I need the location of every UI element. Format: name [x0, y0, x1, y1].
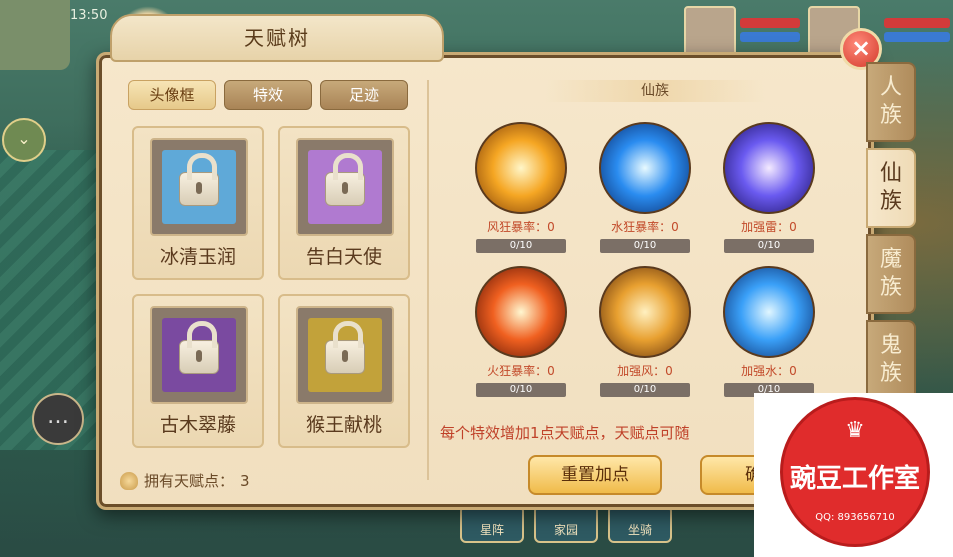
effect-item[interactable]: 加强水：0 0/10	[714, 266, 824, 397]
effect-progress: 0/10	[600, 383, 690, 397]
tab-ghost[interactable]: 鬼族	[866, 320, 916, 400]
sub-tab-bar: 头像框 特效 足迹	[128, 80, 408, 110]
hint-text: 每个特效增加1点天赋点，天赋点可随	[440, 424, 690, 442]
map-button[interactable]	[0, 0, 70, 70]
lock-icon	[325, 321, 365, 375]
effect-label: 火狂暴率：0	[487, 364, 555, 378]
panel-divider	[427, 80, 429, 480]
reset-points-button[interactable]: 重置加点	[528, 455, 662, 495]
frame-name: 古木翠藤	[159, 414, 236, 436]
effect-label: 风狂暴率：0	[487, 220, 555, 234]
effect-progress: 0/10	[600, 239, 690, 253]
frame-name: 冰清玉润	[159, 246, 236, 268]
effect-item[interactable]: 加强雷：0 0/10	[714, 122, 824, 253]
watermark-seal: ♛ 豌豆工作室 QQ: 893656710	[780, 397, 930, 547]
talent-points-label: 拥有天赋点：	[144, 472, 235, 490]
tab-footprint[interactable]: 足迹	[320, 80, 408, 110]
pet-mp-bar	[740, 32, 800, 42]
water-boost-icon	[723, 266, 815, 358]
lock-icon	[179, 321, 219, 375]
frame-card[interactable]: 告白天使	[278, 126, 410, 280]
effect-item[interactable]: 风狂暴率：0 0/10	[466, 122, 576, 253]
lock-icon	[179, 153, 219, 207]
effect-label: 水狂暴率：0	[611, 220, 679, 234]
thunder-boost-icon	[723, 122, 815, 214]
effect-item[interactable]: 火狂暴率：0 0/10	[466, 266, 576, 397]
effect-item[interactable]: 水狂暴率：0 0/10	[590, 122, 700, 253]
watermark: ♛ 豌豆工作室 QQ: 893656710	[754, 393, 953, 557]
frame-preview	[296, 138, 394, 236]
tab-avatar-frame[interactable]: 头像框	[128, 80, 216, 110]
lock-icon	[325, 153, 365, 207]
tab-human[interactable]: 人族	[866, 62, 916, 142]
tab-demon[interactable]: 魔族	[866, 234, 916, 314]
frame-preview	[296, 306, 394, 404]
bottom-tab-mount[interactable]: 坐骑	[608, 505, 672, 543]
bottom-tab-formation[interactable]: 星阵	[460, 505, 524, 543]
talent-points: 拥有天赋点： 3	[120, 470, 250, 491]
tab-effects[interactable]: 特效	[224, 80, 312, 110]
race-title: 仙族	[545, 80, 765, 102]
pet-portrait[interactable]	[684, 6, 736, 56]
bottom-menu: 星阵 家园 坐骑	[460, 505, 672, 543]
player-hp-bar	[884, 18, 950, 28]
effect-progress: 0/10	[476, 383, 566, 397]
pet-hp-bar	[740, 18, 800, 28]
wind-boost-icon	[599, 266, 691, 358]
frame-card[interactable]: 古木翠藤	[132, 294, 264, 448]
frame-preview	[150, 138, 248, 236]
effect-progress: 0/10	[724, 239, 814, 253]
effect-label: 加强雷：0	[741, 220, 797, 234]
player-mp-bar	[884, 32, 950, 42]
effect-label: 加强水：0	[741, 364, 797, 378]
frame-name: 告白天使	[305, 246, 382, 268]
frame-preview	[150, 306, 248, 404]
effect-item[interactable]: 加强风：0 0/10	[590, 266, 700, 397]
collapse-toggle-icon[interactable]: ⌄	[2, 118, 46, 162]
panel-title: 天赋树	[110, 14, 444, 62]
talent-points-value: 3	[240, 471, 250, 490]
crown-icon: ♛	[845, 418, 865, 443]
frame-card[interactable]: 冰清玉润	[132, 126, 264, 280]
watermark-qq: QQ: 893656710	[815, 512, 895, 523]
effect-label: 加强风：0	[617, 364, 673, 378]
effect-progress: 0/10	[476, 239, 566, 253]
talent-bottle-icon	[120, 471, 138, 490]
watermark-name: 豌豆工作室	[789, 464, 920, 494]
bottom-tab-home[interactable]: 家园	[534, 505, 598, 543]
frame-card[interactable]: 猴王献桃	[278, 294, 410, 448]
wind-crit-icon	[475, 122, 567, 214]
fire-crit-icon	[475, 266, 567, 358]
frame-name: 猴王献桃	[305, 414, 382, 436]
chat-icon[interactable]: …	[32, 393, 84, 445]
tab-immortal[interactable]: 仙族	[866, 148, 916, 228]
water-crit-icon	[599, 122, 691, 214]
clock: 13:50	[70, 8, 108, 23]
